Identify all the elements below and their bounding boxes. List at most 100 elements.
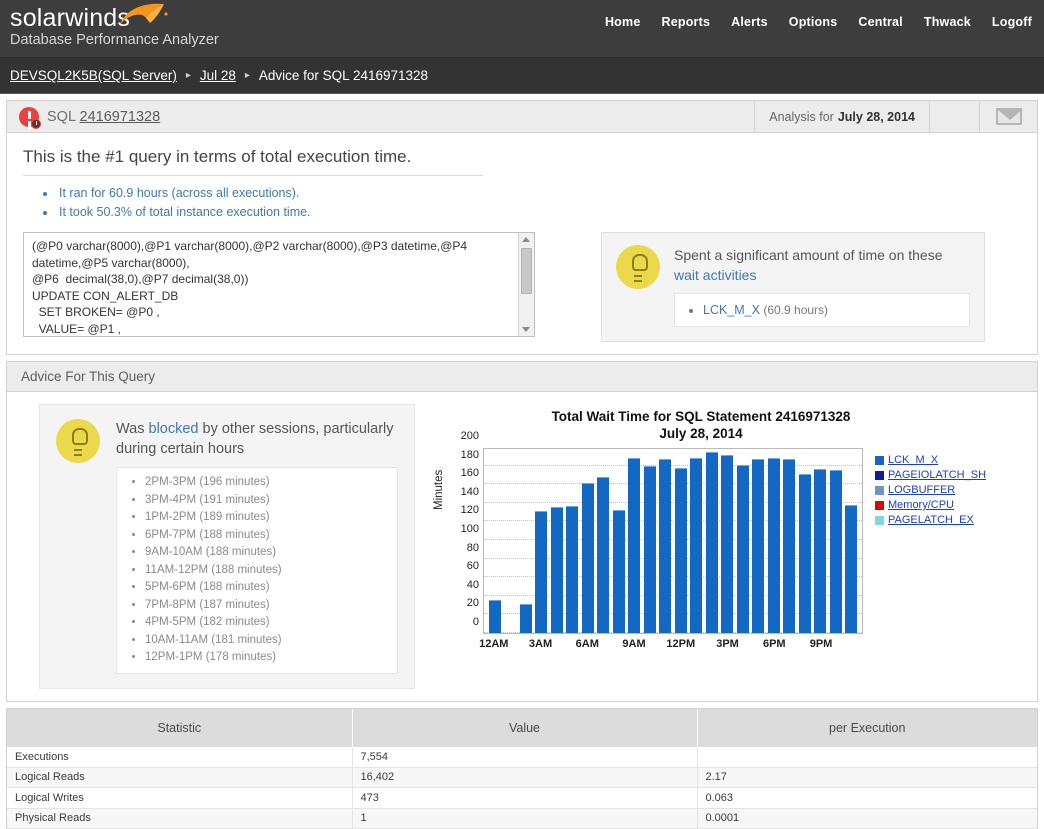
blocked-advice-content: Was blocked by other sessions, particula… <box>116 419 398 674</box>
chart-bar[interactable] <box>690 458 702 633</box>
chart-y-axis-label: Minutes <box>433 470 445 510</box>
chart-bar[interactable] <box>675 468 687 633</box>
cell-per-execution: 2.17 <box>697 767 1037 788</box>
legend-swatch-icon <box>875 501 884 510</box>
wait-time-chart: Total Wait Time for SQL Statement 241697… <box>415 404 1027 689</box>
chart-title: Total Wait Time for SQL Statement 241697… <box>501 408 901 442</box>
chart-bar[interactable] <box>489 600 501 633</box>
legend-label[interactable]: LCK_M_X <box>888 454 938 466</box>
scrollbar-thumb[interactable] <box>521 248 532 294</box>
legend-label[interactable]: Memory/CPU <box>888 499 954 511</box>
blocked-advice-title: Was blocked by other sessions, particula… <box>116 419 398 459</box>
chart-bar[interactable] <box>520 604 532 633</box>
wait-activities-link[interactable]: wait activities <box>674 267 756 283</box>
chart-bar[interactable] <box>628 458 640 633</box>
chart-bar[interactable] <box>768 458 780 633</box>
wait-activities-list: LCK_M_X (60.9 hours) <box>674 293 970 327</box>
scroll-down-arrow-icon[interactable] <box>522 327 530 332</box>
legend-label[interactable]: PAGEIOLATCH_SH <box>888 469 986 481</box>
wait-activities-card: Spent a significant amount of time on th… <box>601 232 985 342</box>
chart-bar[interactable] <box>644 466 656 633</box>
nav-item-options[interactable]: Options <box>789 15 838 29</box>
legend-item[interactable]: LOGBUFFER <box>875 484 1005 496</box>
chart-bar[interactable] <box>721 455 733 633</box>
list-item: 10AM-11AM (181 minutes) <box>145 632 391 650</box>
chart-x-axis-ticks: 12AM3AM6AM9AM12PM3PM6PM9PM <box>483 636 863 654</box>
advice-panel-header: Advice For This Query <box>7 362 1037 392</box>
nav-item-alerts[interactable]: Alerts <box>731 15 768 29</box>
breadcrumb-separator-icon: ▸ <box>245 70 250 81</box>
chart-bar[interactable] <box>799 474 811 633</box>
chart-bar[interactable] <box>783 459 795 633</box>
email-report-button[interactable] <box>979 101 1037 132</box>
chart-title-line1: Total Wait Time for SQL Statement 241697… <box>501 408 901 425</box>
sql-text-box[interactable]: (@P0 varchar(8000),@P1 varchar(8000),@P2… <box>23 232 535 337</box>
blocked-advice-card: Was blocked by other sessions, particula… <box>39 404 415 689</box>
breadcrumb-instance-link[interactable]: DEVSQL2K5B(SQL Server) <box>10 68 177 83</box>
chart-bar[interactable] <box>706 452 718 633</box>
nav-item-home[interactable]: Home <box>605 15 641 29</box>
chart-bar[interactable] <box>597 477 609 633</box>
analysis-date-value: July 28, 2014 <box>838 110 915 124</box>
product-name: Database Performance Analyzer <box>10 31 219 49</box>
wait-activity-name[interactable]: LCK_M_X <box>703 303 760 317</box>
chart-bar[interactable] <box>566 506 578 633</box>
breadcrumb-separator-icon: ▸ <box>186 70 191 81</box>
nav-item-logoff[interactable]: Logoff <box>992 15 1032 29</box>
table-row: Physical Reads10.0001 <box>7 808 1037 829</box>
column-header-value: Value <box>352 709 697 747</box>
cell-statistic: Logical Writes <box>7 788 352 809</box>
blocked-hours-list: 2PM-3PM (196 minutes) 3PM-4PM (191 minut… <box>116 467 398 674</box>
nav-item-central[interactable]: Central <box>858 15 902 29</box>
legend-label[interactable]: PAGELATCH_EX <box>888 514 974 526</box>
chart-bar[interactable] <box>613 510 625 633</box>
chart-bar[interactable] <box>845 505 857 633</box>
advice-panel: Advice For This Query Was blocked by oth… <box>6 361 1038 702</box>
legend-item[interactable]: Memory/CPU <box>875 499 1005 511</box>
sql-id-link[interactable]: 2416971328 <box>80 109 161 125</box>
column-header-per-execution: per Execution <box>697 709 1037 747</box>
nav-item-reports[interactable]: Reports <box>661 15 710 29</box>
list-item: 1PM-2PM (189 minutes) <box>145 509 391 527</box>
chart-legend: LCK_M_X PAGEIOLATCH_SH LOGBUFFER Memory/CPU… <box>875 454 1005 529</box>
analysis-date-prefix: Analysis for <box>769 110 834 124</box>
x-axis-tick-label: 6PM <box>763 638 786 650</box>
summary-columns: (@P0 varchar(8000),@P1 varchar(8000),@P2… <box>23 232 1021 342</box>
x-axis-tick-label: 12AM <box>479 638 508 650</box>
main-navigation: Home Reports Alerts Options Central Thwa… <box>605 15 1032 29</box>
chart-plot-wrapper: Minutes 020406080100120140160180200 12AM… <box>443 448 1027 660</box>
y-axis-tick-label: 80 <box>467 542 479 554</box>
scroll-up-arrow-icon[interactable] <box>522 237 530 242</box>
sql-panel-title-text: SQL <box>47 109 75 125</box>
cell-statistic: Logical Reads <box>7 767 352 788</box>
sql-text-scrollbar[interactable] <box>518 233 534 336</box>
legend-label[interactable]: LOGBUFFER <box>888 484 955 496</box>
legend-item[interactable]: LCK_M_X <box>875 454 1005 466</box>
chart-plot-area <box>483 448 863 634</box>
chart-bar[interactable] <box>814 469 826 633</box>
cell-value: 7,554 <box>352 747 697 768</box>
cell-value: 16,402 <box>352 767 697 788</box>
chart-bar[interactable] <box>659 459 671 633</box>
legend-item[interactable]: PAGEIOLATCH_SH <box>875 469 1005 481</box>
chart-bar[interactable] <box>551 507 563 633</box>
chart-bar[interactable] <box>830 470 842 633</box>
chart-bar[interactable] <box>582 483 594 633</box>
list-item: 3PM-4PM (191 minutes) <box>145 492 391 510</box>
brand-block: solarwinds Database Performance Analyzer <box>10 4 219 49</box>
lightbulb-icon <box>56 419 100 463</box>
chart-bar[interactable] <box>535 511 547 633</box>
chart-bar[interactable] <box>737 465 749 633</box>
sql-panel-title: SQL 2416971328 <box>47 109 160 125</box>
wait-activities-title: Spent a significant amount of time on th… <box>674 245 970 285</box>
chart-bar[interactable] <box>752 459 764 633</box>
blocked-link[interactable]: blocked <box>149 421 199 437</box>
y-axis-tick-label: 140 <box>461 486 479 498</box>
breadcrumb-date-link[interactable]: Jul 28 <box>200 68 236 83</box>
sql-statement-text: (@P0 varchar(8000),@P1 varchar(8000),@P2… <box>24 233 534 337</box>
list-item: 9AM-10AM (188 minutes) <box>145 544 391 562</box>
table-row: Logical Writes4730.063 <box>7 788 1037 809</box>
nav-item-thwack[interactable]: Thwack <box>924 15 971 29</box>
list-item: 5PM-6PM (188 minutes) <box>145 579 391 597</box>
legend-item[interactable]: PAGELATCH_EX <box>875 514 1005 526</box>
